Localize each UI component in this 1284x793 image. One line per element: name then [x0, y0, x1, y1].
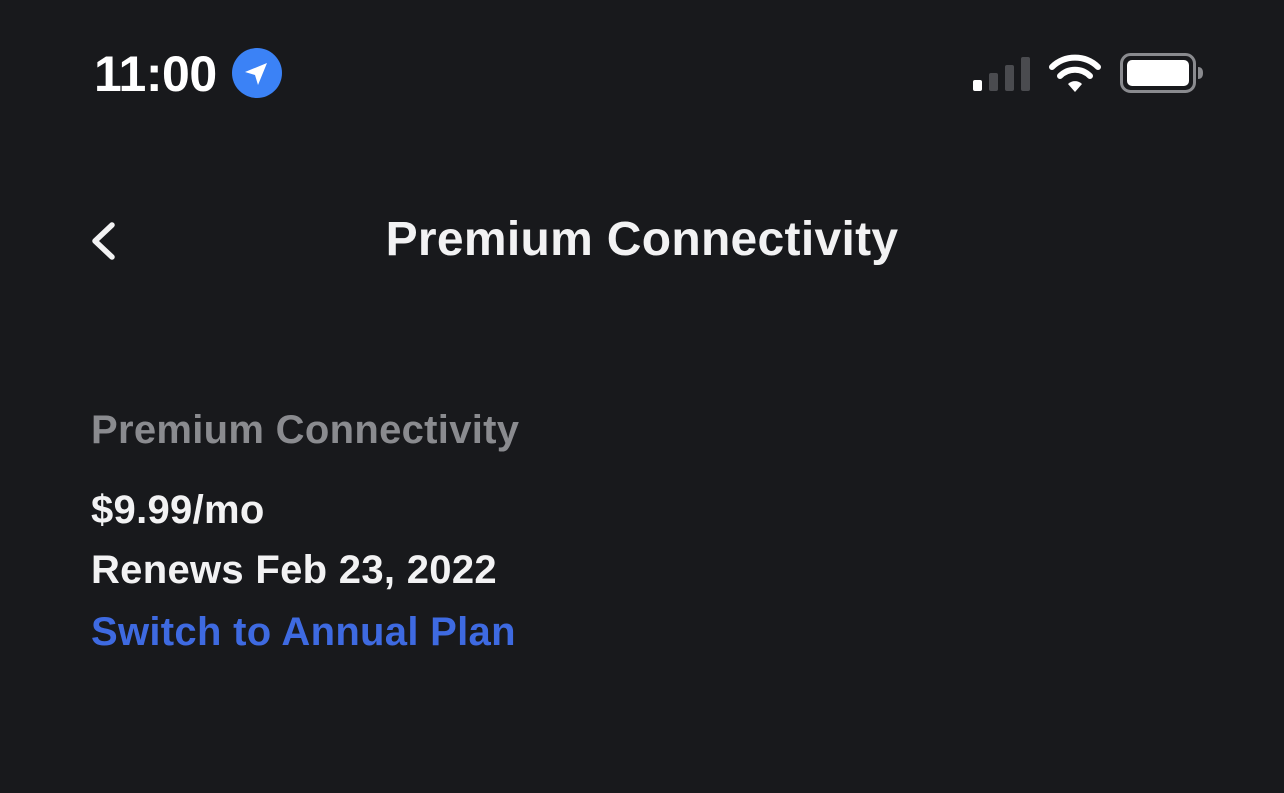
cellular-signal-icon: [972, 56, 1032, 92]
battery-icon: [1120, 53, 1204, 93]
plan-renewal-date: Renews Feb 23, 2022: [91, 548, 497, 592]
location-arrow-icon: [232, 48, 282, 98]
plan-name: Premium Connectivity: [91, 408, 520, 452]
wifi-icon: [1048, 54, 1102, 94]
plan-price: $9.99/mo: [91, 488, 265, 532]
status-bar: 11:00: [0, 0, 1284, 140]
plan-details: Premium Connectivity $9.99/mo Renews Feb…: [91, 400, 1191, 664]
page-title: Premium Connectivity: [385, 213, 899, 266]
switch-to-annual-plan-link[interactable]: Switch to Annual Plan: [91, 600, 516, 664]
navigation-bar: Premium Connectivity: [0, 190, 1284, 290]
status-time: 11:00: [94, 46, 217, 102]
